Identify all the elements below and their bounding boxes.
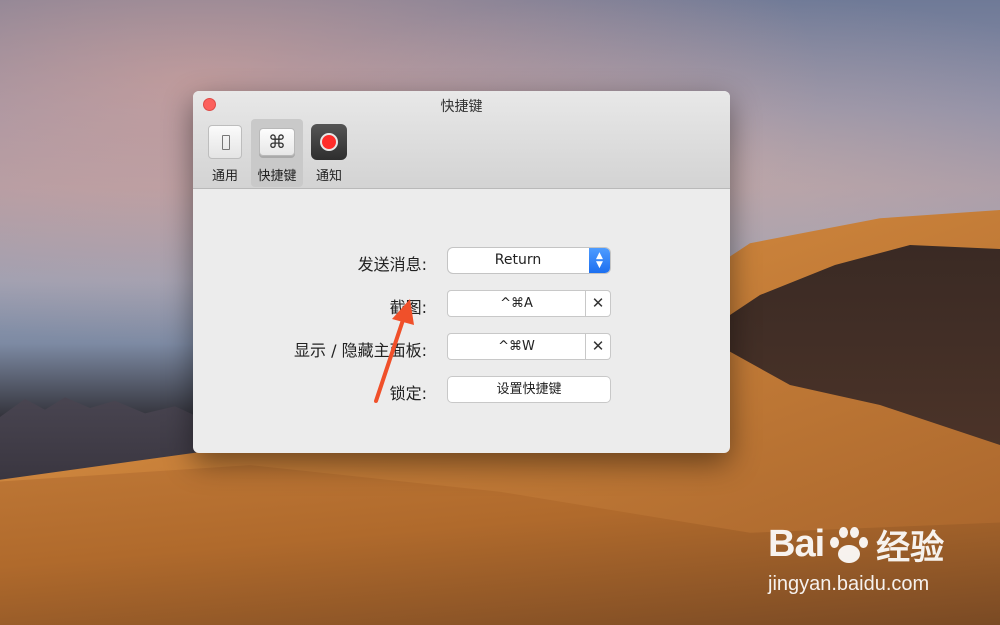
baidu-paw-icon	[826, 525, 870, 565]
tab-general-label: 通用	[211, 169, 238, 184]
preferences-window: 快捷键 通用 ⌘ 快捷键 通知 发送消息: Return ▲▼ 截	[193, 91, 730, 453]
tab-shortcuts[interactable]: ⌘ 快捷键	[251, 119, 303, 187]
watermark-brand: Bai	[768, 523, 825, 565]
set-lock-shortcut-button[interactable]: 设置快捷键	[448, 377, 610, 402]
screenshot-clear-button[interactable]: ✕	[586, 291, 610, 316]
screenshot-row: 截图: ^⌘A ✕	[193, 291, 730, 317]
send-message-value: Return	[494, 252, 542, 268]
tab-shortcuts-label: 快捷键	[257, 169, 297, 184]
toggle-panel-clear-button[interactable]: ✕	[586, 334, 610, 359]
send-message-row: 发送消息: Return ▲ ▼	[193, 248, 730, 274]
tab-notifications[interactable]: 通知	[303, 119, 355, 187]
watermark-url: jingyan.baidu.com	[768, 573, 930, 595]
lock-row: 锁定: 设置快捷键	[193, 377, 730, 403]
window-title: 快捷键	[440, 99, 483, 115]
titlebar: 快捷键 通用 ⌘ 快捷键 通知	[193, 91, 730, 189]
command-key-icon: ⌘	[259, 128, 295, 156]
chevron-updown-icon: ▲ ▼	[589, 248, 610, 273]
send-message-label: 发送消息:	[357, 255, 427, 274]
general-switch-icon	[208, 125, 242, 159]
send-message-select[interactable]: Return ▲ ▼	[448, 248, 610, 273]
screenshot-shortcut-field[interactable]: ^⌘A	[448, 291, 585, 316]
tab-general[interactable]: 通用	[199, 119, 251, 187]
toggle-panel-row: 显示 / 隐藏主面板: ^⌘W ✕	[193, 334, 730, 360]
annotation-arrow-icon	[374, 299, 414, 403]
watermark-brand-suffix: 经验	[876, 529, 945, 567]
tab-notifications-label: 通知	[315, 169, 342, 184]
toggle-panel-shortcut-field[interactable]: ^⌘W	[448, 334, 585, 359]
preferences-toolbar: 通用 ⌘ 快捷键 通知	[199, 119, 355, 187]
baidu-watermark: Bai 经验 jingyan.baidu.com	[768, 520, 944, 596]
record-dot-icon	[311, 124, 347, 160]
